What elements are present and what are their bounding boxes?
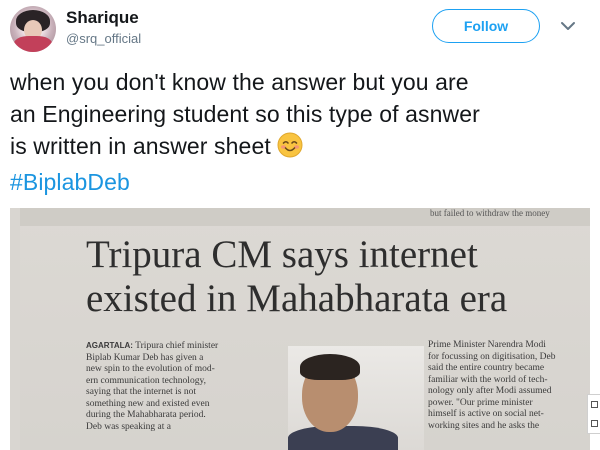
hashtag-link[interactable]: #BiplabDeb <box>10 166 590 198</box>
photo-shirt <box>288 426 398 450</box>
article-dateline: AGARTALA: <box>86 341 133 350</box>
tweet-line: when you don't know the answer but you a… <box>10 69 469 95</box>
newspaper-photo <box>288 346 424 450</box>
article-line: something new and existed even <box>86 398 210 409</box>
follow-button[interactable]: Follow <box>432 9 540 43</box>
chevron-down-icon-svg <box>561 22 575 30</box>
tweet-header: Sharique @srq_official Follow <box>0 0 600 60</box>
copy-icon-square <box>590 420 598 427</box>
article-line: said the entire country became <box>428 363 545 373</box>
newspaper-right-column: Prime Minister Narendra Modi for focussi… <box>428 340 588 432</box>
chevron-down-icon[interactable] <box>556 14 580 38</box>
newspaper-headline-line1: Tripura CM says internet <box>86 233 478 276</box>
article-line: ern communication technology, <box>86 375 206 386</box>
article-line: himself is active on social net- <box>428 409 544 419</box>
article-line: AGARTALA: Tripura chief minister <box>86 340 286 353</box>
article-line: Deb was speaking at a <box>86 421 171 432</box>
tweet-line: is written in answer sheet <box>10 133 271 159</box>
screen-name[interactable]: @srq_official <box>66 31 141 46</box>
tweet-line-with-emoji: is written in answer sheet <box>10 130 590 166</box>
newspaper-left-column: AGARTALA: Tripura chief minister Biplab … <box>86 340 286 433</box>
article-line-text: Tripura chief minister <box>135 341 219 351</box>
article-line: during the Mahabharata period. <box>86 410 206 420</box>
tweet-photo[interactable]: but failed to withdraw the money Tripura… <box>10 208 590 450</box>
copy-icon[interactable] <box>587 394 600 434</box>
copy-icon-square <box>590 401 598 408</box>
article-line: new spin to the evolution of mod- <box>86 364 215 374</box>
newspaper-clipping: but failed to withdraw the money Tripura… <box>20 208 590 450</box>
tweet-line: an Engineering student so this type of a… <box>10 101 480 127</box>
avatar[interactable] <box>10 6 56 52</box>
avatar-scarf <box>14 36 52 52</box>
photo-hair <box>300 354 360 380</box>
article-line: familiar with the world of tech- <box>428 374 548 385</box>
article-line: Biplab Kumar Deb has given a <box>86 352 204 363</box>
article-line: nology only after Modi assumed <box>428 386 552 396</box>
newspaper-headline-line2: existed in Mahabharata era <box>86 277 508 320</box>
article-line: for focussing on digitisation, Deb <box>428 351 556 362</box>
display-name[interactable]: Sharique <box>66 8 139 28</box>
article-line: Prime Minister Narendra Modi <box>428 340 546 350</box>
newspaper-top-line: but failed to withdraw the money <box>430 208 550 218</box>
article-line: saying that the internet is not <box>86 387 197 397</box>
article-line: power. "Our prime minister <box>428 397 533 408</box>
smiling-face-icon <box>277 132 303 166</box>
tweet-text: when you don't know the answer but you a… <box>10 66 590 198</box>
article-line: working sites and he asks the <box>428 420 540 431</box>
